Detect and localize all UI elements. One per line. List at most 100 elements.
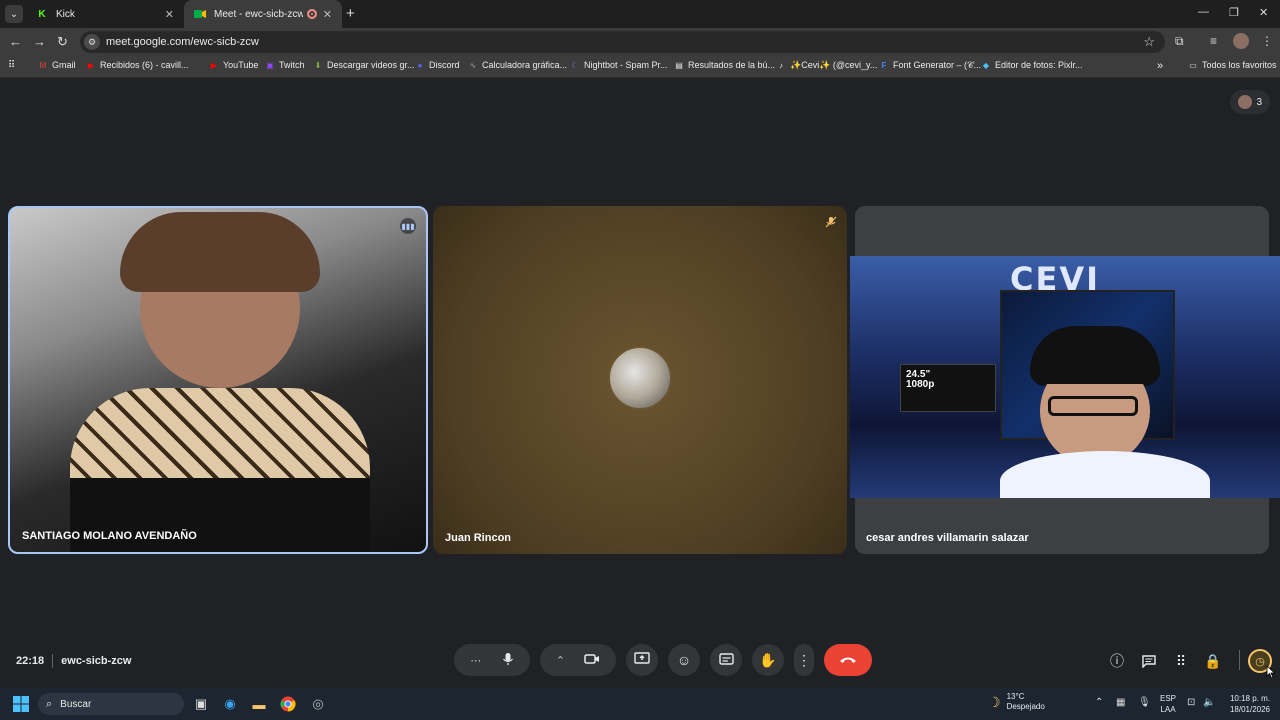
bookmark-recibidos[interactable]: ▶ Recibidos (6) - cavill... — [86, 60, 189, 70]
chat-icon[interactable] — [1139, 651, 1159, 671]
divider — [52, 654, 54, 668]
hand-icon: ✋ — [759, 651, 777, 668]
chrome-icon[interactable] — [279, 695, 297, 713]
mouse-cursor-icon — [1266, 665, 1276, 679]
video-hair-top — [1030, 334, 1160, 384]
meeting-info: 22:18 ewc-sicb-zcw — [16, 654, 131, 668]
hang-up-icon — [839, 652, 857, 668]
bookmark-twitch[interactable]: ▣ Twitch — [265, 60, 304, 70]
taskbar-search[interactable]: ⌕ Buscar — [38, 693, 184, 715]
activities-icon[interactable]: ⠿ — [1171, 651, 1191, 671]
microphone-icon[interactable] — [502, 652, 514, 669]
microphone-icon[interactable]: 🎙 — [1138, 697, 1151, 708]
task-view-icon[interactable]: ▣ — [192, 695, 210, 713]
participant-count: 3 — [1256, 96, 1262, 108]
emoji-icon: ☺ — [676, 652, 692, 668]
youtube-icon: ▶ — [210, 60, 218, 70]
tiktok-icon: ♪ — [779, 61, 783, 70]
kick-icon: K — [38, 8, 46, 20]
tray-app-icon[interactable]: ▦ — [1116, 697, 1125, 708]
mic-control[interactable]: ⋯ — [454, 644, 530, 676]
app-icon[interactable]: ◎ — [309, 695, 327, 713]
participant-tile-cesar[interactable]: CEVI 24.5" 1080p cesar andres villamarin … — [850, 206, 1280, 554]
address-bar-row: ← → ↻ ⚙ meet.google.com/ewc-sicb-zcw ☆ ⧉… — [0, 28, 1280, 56]
menu-dots-icon[interactable]: ⋮ — [1261, 34, 1273, 48]
video-shirt — [1000, 451, 1210, 498]
site-info-icon[interactable]: ⚙ — [84, 34, 100, 50]
system-clock[interactable]: 10:18 p. m. 18/01/2026 — [1222, 693, 1270, 715]
bookmark-descargar[interactable]: ⬇ Descargar videos gr... — [313, 60, 415, 70]
bookmark-calculadora[interactable]: ∿ Calculadora gráfica... — [468, 60, 567, 70]
host-controls-icon[interactable]: 🔒 — [1203, 651, 1223, 671]
close-icon[interactable]: ✕ — [323, 8, 332, 21]
tab-title: Meet - ewc-sicb-zcw — [214, 8, 303, 20]
weather-temp: 13°C — [1006, 692, 1025, 701]
bookmark-resultados[interactable]: ▤ Resultados de la bú... — [674, 60, 775, 70]
participant-video: CEVI 24.5" 1080p — [850, 256, 1280, 498]
bookmarks-bar: ⠿ M Gmail ▶ Recibidos (6) - cavill... ▶ You… — [0, 56, 1280, 78]
font-icon: F — [881, 61, 887, 70]
all-bookmarks[interactable]: ▭ Todos los favoritos — [1188, 60, 1276, 70]
bookmark-youtube[interactable]: ▶ YouTube — [209, 60, 258, 70]
more-options-button[interactable]: ⋮ — [794, 644, 814, 676]
document-icon: ▤ — [675, 60, 683, 70]
restore-icon[interactable]: ❐ — [1229, 6, 1239, 19]
pixlr-icon: ◆ — [982, 60, 990, 70]
present-icon — [634, 652, 650, 668]
weather-desc: Despejado — [1006, 702, 1045, 711]
bookmark-cevi[interactable]: ♪ ✨Cevi✨ (@cevi_y... — [776, 60, 877, 71]
youtube-icon: ▶ — [87, 60, 95, 70]
raise-hand-button[interactable]: ✋ — [752, 644, 784, 676]
bookmark-pixlr[interactable]: ◆ Editor de fotos: Pixlr... — [981, 60, 1083, 70]
leave-call-button[interactable] — [824, 644, 872, 676]
minimize-icon[interactable]: — — [1198, 6, 1209, 18]
video-monitor-text: 24.5" 1080p — [906, 369, 935, 390]
extensions-icon[interactable]: ⧉ — [1175, 34, 1184, 49]
back-icon[interactable]: ← — [9, 34, 22, 49]
apps-grid-icon[interactable]: ⠿ — [8, 60, 15, 71]
windows-start-icon[interactable] — [12, 695, 30, 713]
network-icon[interactable]: ⊡ — [1187, 697, 1195, 708]
twitch-icon: ▣ — [266, 60, 274, 70]
captions-button[interactable] — [710, 644, 742, 676]
reload-icon[interactable]: ↻ — [57, 34, 68, 50]
forward-icon[interactable]: → — [33, 34, 46, 49]
camera-icon[interactable] — [584, 652, 600, 668]
close-icon[interactable]: ✕ — [165, 8, 174, 21]
participants-chip[interactable]: 3 — [1230, 90, 1270, 114]
profile-avatar[interactable] — [1233, 33, 1249, 49]
close-window-icon[interactable]: ✕ — [1259, 6, 1268, 19]
bookmark-star-icon[interactable]: ☆ — [1143, 34, 1155, 50]
file-explorer-icon[interactable]: ▬ — [250, 695, 268, 713]
omnibox[interactable]: ⚙ meet.google.com/ewc-sicb-zcw ☆ — [80, 31, 1165, 53]
chevron-up-icon[interactable]: ⌃ — [556, 654, 565, 667]
media-controls-icon[interactable]: ≡ — [1210, 34, 1217, 48]
edge-icon[interactable]: ◉ — [221, 695, 239, 713]
more-audio-options-icon[interactable]: ⋯ — [470, 654, 481, 667]
chevron-up-icon[interactable]: ⌃ — [1095, 697, 1103, 708]
bookmark-nightbot[interactable]: ☾ Nightbot - Spam Pr... — [570, 60, 667, 70]
bookmark-font-generator[interactable]: F Font Generator – (𝒞... — [879, 60, 982, 71]
camera-control[interactable]: ⌃ — [540, 644, 616, 676]
tab-kick[interactable]: K Kick ✕ — [26, 0, 184, 28]
bookmarks-overflow-icon[interactable]: » — [1157, 60, 1163, 72]
participant-name: Juan Rincon — [445, 532, 512, 544]
bookmark-discord[interactable]: ● Discord — [415, 60, 460, 70]
meeting-details-icon[interactable]: ⓘ — [1107, 651, 1127, 671]
folder-icon: ▭ — [1189, 60, 1197, 70]
bookmark-gmail[interactable]: M Gmail — [38, 60, 76, 70]
meeting-time: 22:18 — [16, 655, 45, 667]
participant-tile-juan[interactable]: Juan Rincon — [433, 206, 847, 554]
meet-icon — [194, 8, 206, 20]
discord-icon: ● — [417, 60, 423, 70]
meeting-code: ewc-sicb-zcw — [61, 655, 132, 667]
tab-meet[interactable]: Meet - ewc-sicb-zcw ✕ — [184, 0, 342, 28]
new-tab-button[interactable]: + — [346, 5, 355, 22]
reactions-button[interactable]: ☺ — [668, 644, 700, 676]
volume-icon[interactable]: 🔈 — [1203, 697, 1215, 708]
present-screen-button[interactable] — [626, 644, 658, 676]
language-indicator[interactable]: ESP LAA — [1160, 693, 1176, 715]
participant-tile-santiago[interactable]: ▮▮▮ SANTIAGO MOLANO AVENDAÑO — [8, 206, 428, 554]
tab-search-button[interactable]: ⌄ — [5, 5, 23, 23]
weather-widget[interactable]: ☽ 13°C Despejado — [988, 692, 1045, 712]
